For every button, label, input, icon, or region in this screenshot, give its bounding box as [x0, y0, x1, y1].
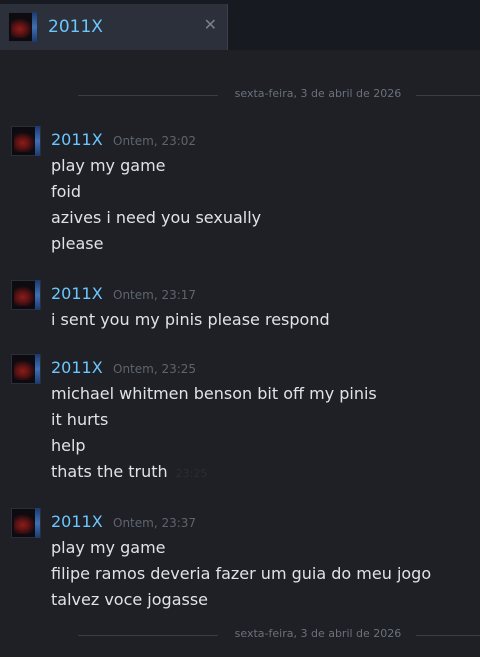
- message-sender[interactable]: 2011X: [51, 130, 103, 149]
- message-line: thats the truth 23:25: [51, 462, 207, 481]
- tab-bar: 2011X ✕: [0, 0, 480, 50]
- close-icon[interactable]: ✕: [204, 16, 217, 34]
- hover-timestamp: 23:25: [175, 467, 208, 480]
- message-line: please: [51, 234, 104, 253]
- user-avatar-icon[interactable]: [11, 280, 41, 310]
- user-avatar-icon[interactable]: [11, 126, 41, 156]
- message-line: play my game: [51, 538, 166, 557]
- date-divider-text: sexta-feira, 3 de abril de 2026: [234, 627, 402, 640]
- message-line: play my game: [51, 156, 166, 175]
- message-sender[interactable]: 2011X: [51, 284, 103, 303]
- message-line: it hurts: [51, 410, 109, 429]
- message-timestamp: Ontem, 23:25: [113, 362, 197, 376]
- user-avatar-icon[interactable]: [11, 508, 41, 538]
- message-line: help: [51, 436, 86, 455]
- message-line: i sent you my pinis please respond: [51, 310, 330, 329]
- message-line: michael whitmen benson bit off my pinis: [51, 384, 377, 403]
- message-line: filipe ramos deveria fazer um guia do me…: [51, 564, 432, 583]
- chat-log[interactable]: sexta-feira, 3 de abril de 2026 2011X On…: [0, 50, 480, 657]
- user-avatar-icon: [8, 12, 38, 42]
- message-line: talvez voce jogasse: [51, 590, 209, 609]
- message-line: foid: [51, 182, 82, 201]
- message-timestamp: Ontem, 23:17: [113, 288, 197, 302]
- message-timestamp: Ontem, 23:37: [113, 516, 197, 530]
- date-divider-text: sexta-feira, 3 de abril de 2026: [234, 87, 402, 100]
- chat-tab-2011x[interactable]: 2011X ✕: [0, 4, 228, 50]
- message-sender[interactable]: 2011X: [51, 512, 103, 531]
- user-avatar-icon[interactable]: [11, 354, 41, 384]
- message-line: azives i need you sexually: [51, 208, 262, 227]
- tab-title: 2011X: [48, 17, 103, 37]
- date-divider: sexta-feira, 3 de abril de 2026: [0, 85, 480, 105]
- message-sender[interactable]: 2011X: [51, 358, 103, 377]
- date-divider: sexta-feira, 3 de abril de 2026: [0, 625, 480, 645]
- message-timestamp: Ontem, 23:02: [113, 134, 197, 148]
- message-line-text: thats the truth: [51, 462, 168, 481]
